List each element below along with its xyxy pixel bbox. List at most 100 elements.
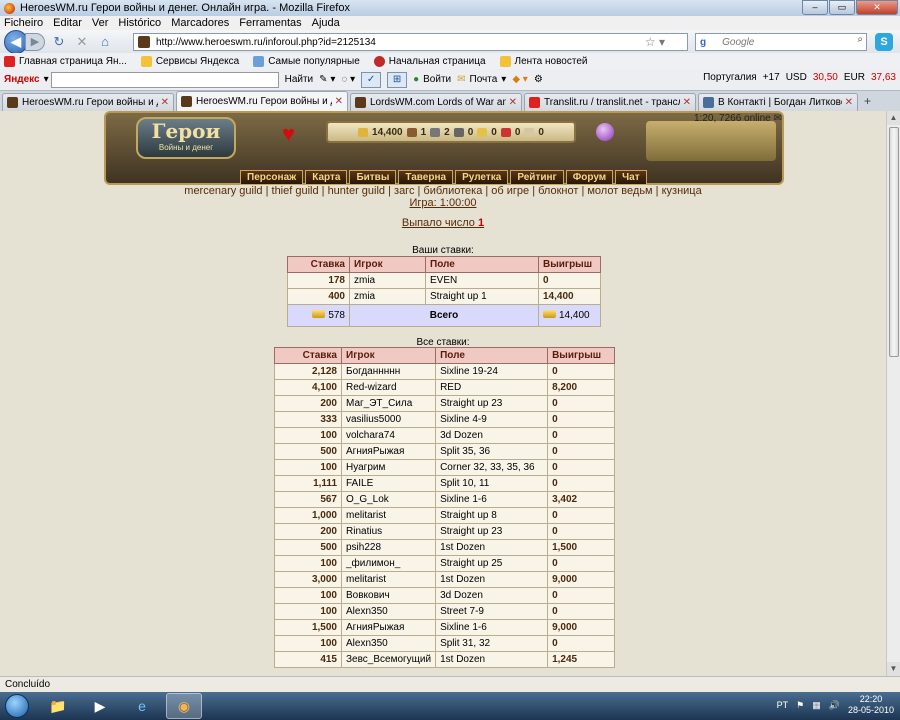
bookmark-item[interactable]: Начальная страница <box>373 55 486 67</box>
menu-ajuda[interactable]: Ajuda <box>312 16 340 30</box>
weather-temp: +17 <box>762 72 780 83</box>
clock[interactable]: 22:20 28-05-2010 <box>848 694 894 716</box>
check-icon[interactable]: ✓ <box>361 71 382 88</box>
game-time-link[interactable]: Игра: 1:00:00 <box>0 197 886 209</box>
ore-icon <box>430 127 441 137</box>
page-scrollbar[interactable]: ▲ ▼ <box>886 111 900 676</box>
tab-close-icon[interactable]: ✕ <box>509 97 517 108</box>
scroll-down-icon[interactable]: ▼ <box>887 662 900 676</box>
menu-marcadores[interactable]: Marcadores <box>171 16 229 30</box>
menu-editar[interactable]: Editar <box>53 16 82 30</box>
yandex-logo[interactable]: Яндекс <box>4 74 40 85</box>
tab-heroeswm-1[interactable]: HeroesWM.ru Герои войны и ден...✕ <box>2 93 174 111</box>
roulette-result[interactable]: Выпало число 1 <box>0 217 886 229</box>
url-text: http://www.heroeswm.ru/inforoul.php?id=2… <box>156 36 376 48</box>
media-player-taskbar-icon[interactable]: ▶ <box>82 693 118 719</box>
maximize-button[interactable]: ▭ <box>829 0 855 15</box>
nav-tavern[interactable]: Таверна <box>398 170 454 185</box>
google-icon[interactable]: g <box>700 37 706 48</box>
skype-icon[interactable]: S <box>875 33 893 51</box>
tab-vkontakte[interactable]: В Контакті | Богдан Литковец ✕ <box>698 93 858 111</box>
bookmarks-icon[interactable]: ⊞ <box>387 71 408 88</box>
scroll-up-icon[interactable]: ▲ <box>887 111 900 125</box>
yandex-login-button[interactable]: ● Войти <box>413 74 451 85</box>
menu-historico[interactable]: Histórico <box>118 16 161 30</box>
home-icon[interactable]: ⌂ <box>96 33 114 51</box>
tray-flag-icon[interactable]: ⚑ <box>796 700 804 711</box>
tab-translit[interactable]: Translit.ru / translit.net - трансли...✕ <box>524 93 696 111</box>
nav-rating[interactable]: Рейтинг <box>510 170 564 185</box>
tab-favicon-icon <box>355 97 366 108</box>
nav-chat[interactable]: Чат <box>615 170 647 185</box>
close-button[interactable]: ✕ <box>856 0 898 15</box>
online-counter: 1:20, 7266 online ✉ <box>694 113 782 124</box>
tray-network-icon[interactable]: ▦ <box>812 700 821 711</box>
tab-favicon-icon <box>703 97 714 108</box>
table-row: 178 zmia EVEN 0 <box>287 272 601 289</box>
table-row: 1,500 АгнияРыжая Sixline 1-6 9,000 <box>274 619 615 636</box>
nav-roulette[interactable]: Рулетка <box>455 170 509 185</box>
nav-character[interactable]: Персонаж <box>240 170 304 185</box>
mail-icon: ✉ <box>457 74 466 85</box>
explorer-taskbar-icon[interactable]: 📁 <box>40 693 76 719</box>
windows-taskbar: 📁 ▶ e ◉ PT ⚑ ▦ 🔊 22:20 28-05-2010 <box>0 692 900 720</box>
bubble-icon[interactable]: ◌ ▾ <box>341 74 355 85</box>
guild-links[interactable]: mercenary guild | thief guild | hunter g… <box>0 185 886 197</box>
table-row: 100 Alexn350 Street 7-9 0 <box>274 603 615 620</box>
new-tab-icon[interactable]: + <box>864 94 871 108</box>
game-logo[interactable]: Герои Войны и денег <box>136 117 236 159</box>
all-bets-table: Ставка Игрок Поле Выигрыш 2,128 Богданннн… <box>274 347 615 668</box>
total-row: 578 Всего 14,400 <box>287 304 601 327</box>
ie-taskbar-icon[interactable]: e <box>124 693 160 719</box>
rss-icon[interactable]: ◆ ▾ <box>512 74 528 85</box>
tab-close-icon[interactable]: ✕ <box>683 97 691 108</box>
weather-location[interactable]: Португалия <box>703 72 757 83</box>
bookmark-star-icon[interactable]: ☆ ▾ <box>645 35 665 49</box>
nav-battles[interactable]: Битвы <box>349 170 397 185</box>
bookmark-item[interactable]: Сервисы Яндекса <box>140 55 239 67</box>
stop-icon[interactable]: ✕ <box>73 33 91 51</box>
table-row: 200 Маг_ЭТ_Сила Straight up 23 0 <box>274 395 615 412</box>
yandex-dropdown-icon[interactable]: ▾ <box>44 74 49 85</box>
firefox-taskbar-icon[interactable]: ◉ <box>166 693 202 719</box>
search-input[interactable]: g Google ⌕ <box>695 33 867 51</box>
pen-icon[interactable]: ✎ ▾ <box>319 74 335 85</box>
yandex-mail-button[interactable]: ✉ Почта ▾ <box>457 74 506 85</box>
nav-forum[interactable]: Форум <box>565 170 614 185</box>
forward-button[interactable]: ▶ <box>25 32 45 51</box>
folder-icon <box>140 55 152 67</box>
tray-volume-icon[interactable]: 🔊 <box>829 700 840 711</box>
tab-close-icon[interactable]: ✕ <box>335 96 343 107</box>
language-indicator[interactable]: PT <box>777 700 789 710</box>
minimize-button[interactable]: – <box>802 0 828 15</box>
yandex-search-input[interactable] <box>50 71 279 88</box>
health-heart-icon: ♥ <box>282 121 296 146</box>
tab-lordswm[interactable]: LordsWM.com Lords of War and ...✕ <box>350 93 522 111</box>
login-icon: ● <box>413 74 420 85</box>
crystal-amount: 0 <box>514 126 521 138</box>
scroll-thumb[interactable] <box>889 127 899 357</box>
menu-ver[interactable]: Ver <box>92 16 109 30</box>
search-placeholder: Google <box>722 36 755 48</box>
address-bar[interactable]: http://www.heroeswm.ru/inforoul.php?id=2… <box>133 33 688 51</box>
table-header-row: Ставка Игрок Поле Выигрыш <box>287 256 601 273</box>
table-row: 1,111 FAILE Split 10, 11 0 <box>274 475 615 492</box>
start-button[interactable] <box>0 692 34 720</box>
bookmark-item[interactable]: Лента новостей <box>499 55 587 67</box>
bookmark-item[interactable]: Самые популярные <box>253 55 360 67</box>
nav-map[interactable]: Карта <box>305 170 348 185</box>
usd-label: USD <box>785 72 807 83</box>
reload-icon[interactable]: ↻ <box>50 33 68 51</box>
bookmark-item[interactable]: Главная страница Ян... <box>4 55 127 67</box>
menu-ferramentas[interactable]: Ferramentas <box>239 16 301 30</box>
wood-amount: 1 <box>420 126 427 138</box>
menu-ficheiro[interactable]: Ficheiro <box>4 16 43 30</box>
search-icon[interactable]: ⌕ <box>857 34 863 45</box>
tab-close-icon[interactable]: ✕ <box>845 97 853 108</box>
envelope-icon[interactable]: ✉ <box>774 113 782 124</box>
resources-panel: 14,400 1 2 0 0 0 0 <box>326 121 576 143</box>
yandex-find-button[interactable]: Найти <box>285 74 314 85</box>
settings-icon[interactable]: ⚙ <box>534 74 543 85</box>
tab-heroeswm-2[interactable]: HeroesWM.ru Герои войны и д... ✕ <box>176 91 348 111</box>
tab-close-icon[interactable]: ✕ <box>161 97 169 108</box>
